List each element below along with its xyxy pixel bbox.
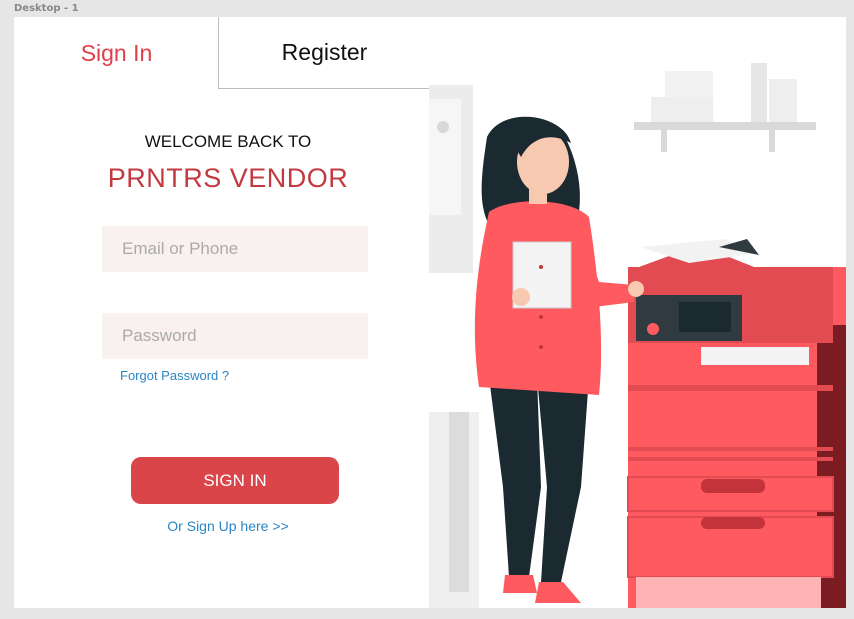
forgot-password-link[interactable]: Forgot Password ? xyxy=(120,368,229,383)
frame-label: Desktop - 1 xyxy=(14,3,79,14)
tab-sign-in[interactable]: Sign In xyxy=(14,17,219,89)
login-frame: Sign In Register WELCOME BACK TO PRNTRS … xyxy=(14,17,846,608)
woman-printer-illustration xyxy=(429,63,846,608)
brand-title: PRNTRS VENDOR xyxy=(107,163,349,193)
sign-in-button[interactable]: SIGN IN xyxy=(131,457,339,504)
tab-register[interactable]: Register xyxy=(218,17,430,89)
email-phone-input[interactable] xyxy=(102,226,368,272)
printer xyxy=(627,239,846,608)
password-input[interactable] xyxy=(102,313,368,359)
welcome-text: WELCOME BACK TO xyxy=(144,132,312,151)
sign-up-link[interactable]: Or Sign Up here >> xyxy=(14,518,442,534)
